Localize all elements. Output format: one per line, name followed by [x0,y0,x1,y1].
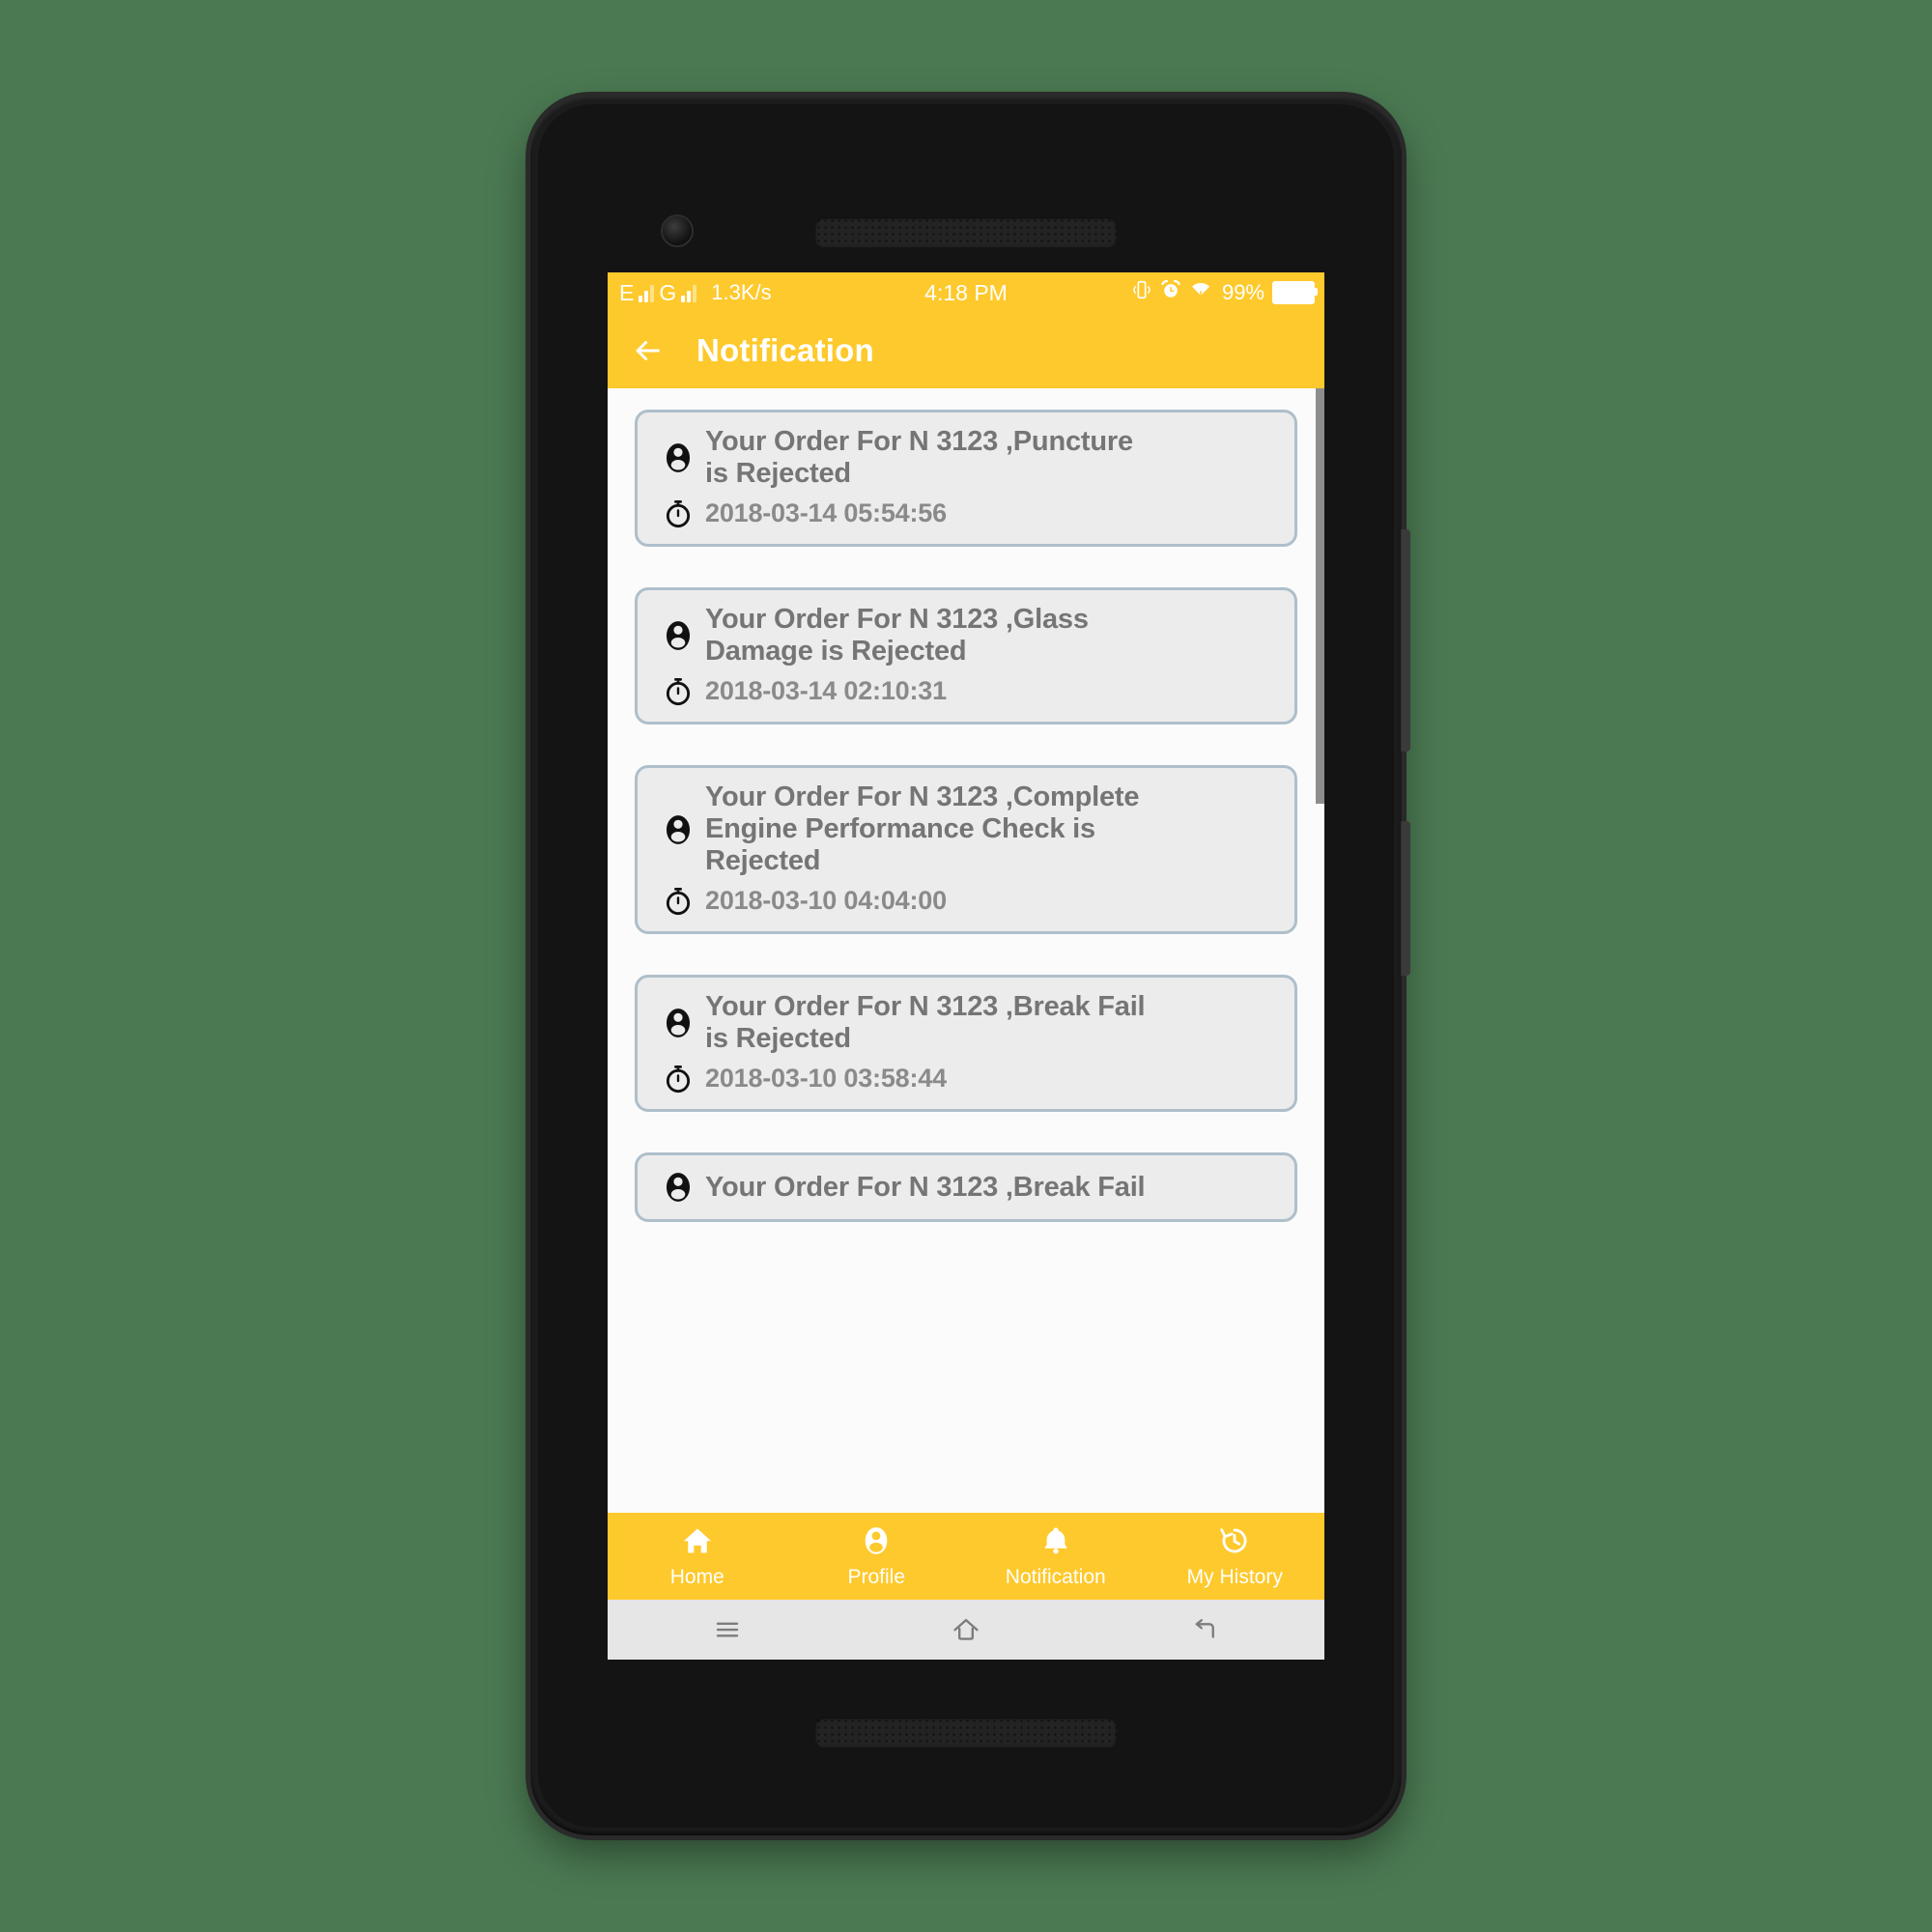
back-button[interactable] [627,330,668,371]
person-icon [860,1524,893,1562]
bottom-navigation-bar: Home Profile Notification My History [608,1513,1324,1600]
notification-card[interactable]: Your Order For N 3123 ,Puncture is Rejec… [635,410,1297,548]
status-bar-right: 99% [1131,279,1318,306]
stopwatch-icon [651,673,705,708]
home-outline-icon [953,1618,979,1640]
camera-icon [663,216,692,245]
battery-percent-label: 99% [1221,280,1264,304]
tab-my-history[interactable]: My History [1146,1513,1325,1600]
notification-time: 2018-03-10 03:58:44 [705,1063,947,1093]
vibrate-icon [1131,279,1152,306]
wifi-icon [1189,279,1212,306]
stopwatch-icon [651,883,705,918]
person-icon [651,617,705,654]
person-icon [651,811,705,848]
notification-title: Your Order For N 3123 ,Break Fail is Rej… [705,991,1146,1055]
home-icon [681,1524,714,1562]
power-button[interactable] [1401,821,1410,976]
tab-home-label: Home [669,1565,724,1588]
person-icon [651,1169,705,1206]
bottom-speaker-grille [815,1718,1117,1747]
tab-profile-label: Profile [847,1565,906,1588]
signal-bars-icon-2 [681,284,697,302]
phone-device: E G 1.3K/s 4:18 PM 99% Notification Your… [530,97,1410,1835]
notification-time: 2018-03-14 05:54:56 [705,497,947,527]
home-button[interactable] [846,1614,1085,1645]
notification-time: 2018-03-10 04:04:00 [705,885,947,915]
notification-title: Your Order For N 3123 ,Complete Engine P… [705,781,1140,877]
arrow-left-icon [636,341,660,360]
alarm-icon [1160,279,1181,306]
tab-notification-label: Notification [1005,1565,1106,1588]
notification-title: Your Order For N 3123 ,Break Fail [705,1171,1146,1203]
page-title: Notification [696,332,874,368]
tab-home[interactable]: Home [608,1513,787,1600]
status-bar: E G 1.3K/s 4:18 PM 99% [608,272,1324,313]
notification-card[interactable]: Your Order For N 3123 ,Break Fail is Rej… [635,975,1297,1113]
status-bar-left: E G 1.3K/s [608,280,772,305]
stopwatch-icon [651,496,705,530]
notification-title: Your Order For N 3123 ,Glass Damage is R… [705,604,1089,668]
tab-profile[interactable]: Profile [787,1513,967,1600]
tab-my-history-label: My History [1186,1565,1283,1588]
network-type-1-label: E [619,279,635,305]
volume-button[interactable] [1401,529,1410,752]
scrollbar-track[interactable] [1316,388,1324,1513]
phone-screen: E G 1.3K/s 4:18 PM 99% Notification Your… [608,272,1324,1660]
network-speed-label: 1.3K/s [711,280,772,304]
status-bar-clock: 4:18 PM [924,279,1008,305]
scrollbar-thumb[interactable] [1316,388,1324,804]
notification-card[interactable]: Your Order For N 3123 ,Glass Damage is R… [635,587,1297,725]
back-arrow-icon [1195,1619,1215,1638]
stopwatch-icon [651,1061,705,1095]
notification-card[interactable]: Your Order For N 3123 ,Break Fail [635,1152,1297,1223]
notification-list[interactable]: Your Order For N 3123 ,Puncture is Rejec… [608,388,1324,1513]
battery-icon [1272,281,1318,304]
person-icon [651,1005,705,1041]
app-bar: Notification [608,313,1324,388]
back-button-system[interactable] [1086,1615,1324,1644]
notification-time: 2018-03-14 02:10:31 [705,675,947,705]
tab-notification[interactable]: Notification [966,1513,1146,1600]
person-icon [651,440,705,476]
bell-icon [1039,1524,1072,1562]
menu-button[interactable] [608,1615,846,1644]
android-system-navigation [608,1600,1324,1660]
network-type-2-label: G [659,279,677,305]
history-icon [1218,1524,1251,1562]
menu-icon [716,1622,738,1637]
signal-bars-icon-1 [639,284,655,302]
notification-card[interactable]: Your Order For N 3123 ,Complete Engine P… [635,765,1297,935]
notification-title: Your Order For N 3123 ,Puncture is Rejec… [705,426,1133,490]
earpiece-speaker-grille [815,217,1117,246]
